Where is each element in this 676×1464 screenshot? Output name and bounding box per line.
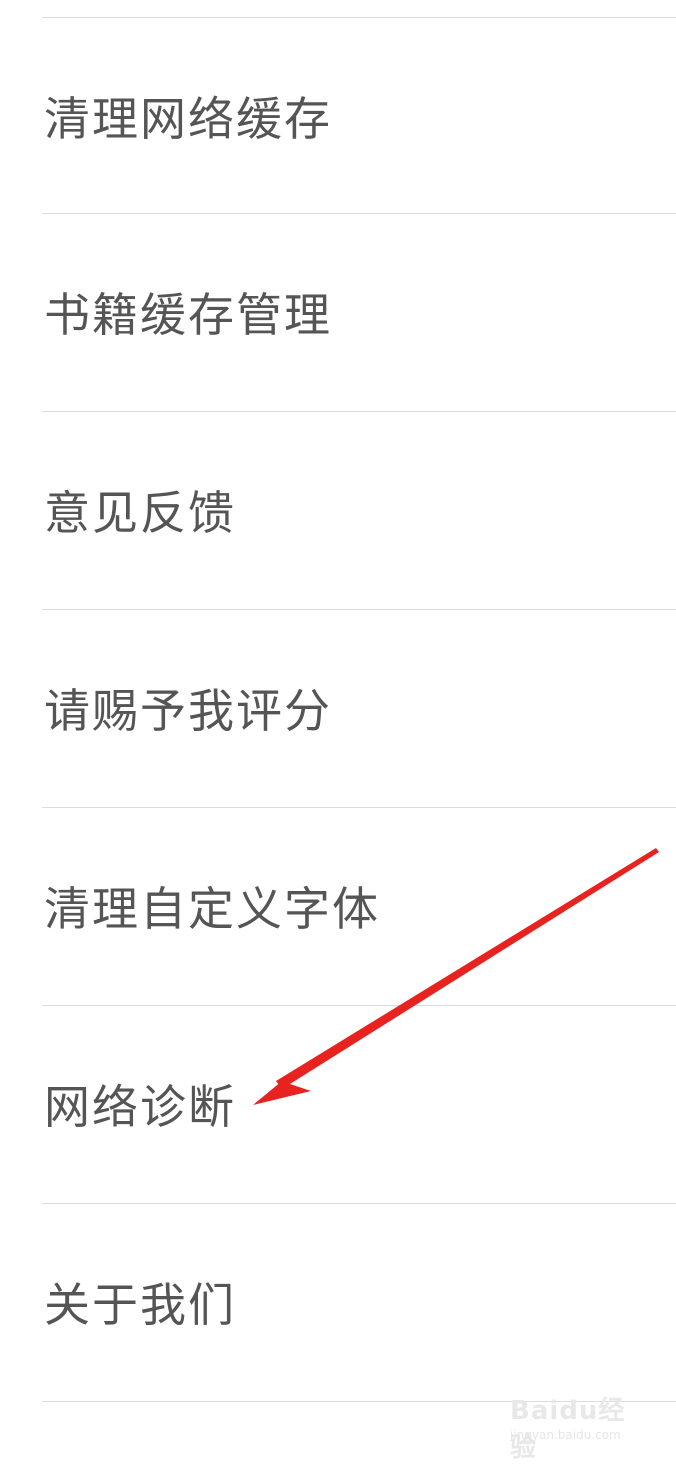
settings-item-label: 书籍缓存管理: [44, 288, 332, 342]
settings-item-clear-network-cache[interactable]: 清理网络缓存: [0, 18, 676, 214]
settings-item-book-cache-management[interactable]: 书籍缓存管理: [0, 214, 676, 410]
divider: [42, 1401, 676, 1402]
settings-item-about-us[interactable]: 关于我们: [0, 1204, 676, 1400]
settings-item-label: 意见反馈: [44, 486, 236, 540]
settings-item-network-diagnosis[interactable]: 网络诊断: [0, 1006, 676, 1202]
watermark-url: jingyan.baidu.com: [510, 1428, 621, 1442]
settings-item-clear-custom-fonts[interactable]: 清理自定义字体: [0, 808, 676, 1004]
settings-item-label: 清理网络缓存: [44, 92, 332, 146]
settings-item-feedback[interactable]: 意见反馈: [0, 412, 676, 608]
settings-item-rate-us[interactable]: 请赐予我评分: [0, 610, 676, 806]
settings-item-label: 请赐予我评分: [44, 684, 332, 738]
settings-item-label: 网络诊断: [44, 1080, 236, 1134]
settings-item-label: 清理自定义字体: [44, 882, 380, 936]
settings-item-label: 关于我们: [44, 1278, 236, 1332]
